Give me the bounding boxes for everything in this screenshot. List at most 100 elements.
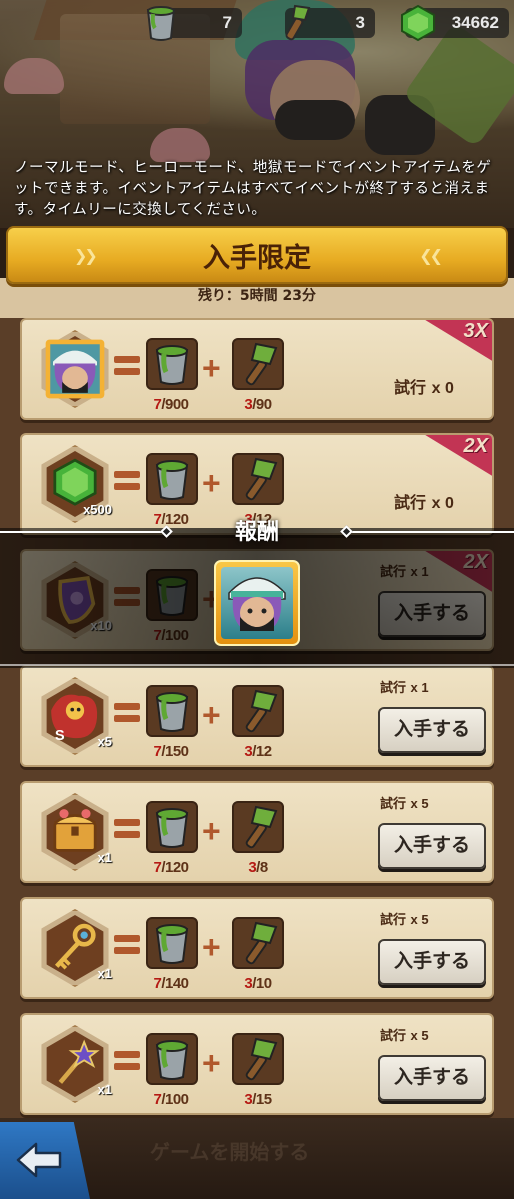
reward-hero-portrait[interactable] [214, 560, 300, 646]
equals-icon [114, 817, 140, 841]
bucket-counter: 7 [146, 6, 242, 41]
exchange-card: x1 +7/100 3/15 試行 x 5 入手する [20, 1013, 494, 1115]
back-arrow-icon [14, 1140, 64, 1184]
bucket-requirement: 7/900 [126, 396, 216, 413]
brush-need: /15 [252, 1091, 272, 1108]
paint-bucket-icon [144, 4, 178, 47]
obtain-button[interactable]: 入手する [378, 707, 486, 753]
paint-bucket-icon [146, 453, 198, 505]
paint-bucket-icon [146, 685, 198, 737]
equals-icon [114, 933, 140, 957]
multiplier-text: 3X [463, 320, 488, 342]
reward-slot[interactable]: x1 [36, 793, 114, 871]
green-gem-icon [399, 4, 437, 47]
brush-need: /12 [252, 743, 272, 760]
gem-counter: 34662 [401, 4, 509, 42]
brush-counter: 3 [285, 4, 375, 41]
bucket-need: /900 [161, 396, 189, 413]
tries-remaining: 試行 x 5 [380, 793, 429, 812]
multiplier-text: 2X [463, 435, 488, 457]
bottom-faded-label: ゲームを開始する [150, 1140, 310, 1164]
brush-need: /90 [252, 396, 272, 413]
exchange-card: x1 +7/120 3/8 試行 x 5 入手する [20, 781, 494, 883]
brush-need: /10 [252, 975, 272, 992]
exchange-card: Sx5 +7/150 3/12 試行 x 1 入手する [20, 665, 494, 767]
hero-portrait-icon [42, 336, 108, 406]
brush-count: 3 [355, 13, 365, 32]
brush-have: 3 [248, 859, 257, 876]
bucket-count: 7 [222, 13, 232, 32]
tries-value: x 5 [410, 796, 429, 811]
paintbrush-icon [232, 685, 284, 737]
obtain-button[interactable]: 入手する [378, 939, 486, 985]
gem-count: 34662 [451, 13, 499, 32]
reward-slot[interactable] [36, 330, 114, 408]
event-description: ノーマルモード、ヒーローモード、地獄モードでイベントアイテムをゲットできます。イ… [14, 160, 492, 218]
tries-label: 試行 [394, 493, 427, 512]
bucket-requirement: 7/140 [126, 975, 216, 992]
equals-icon [114, 354, 140, 378]
popup-divider-right [346, 531, 514, 533]
paintbrush-icon [232, 338, 284, 390]
tries-value: x 1 [410, 680, 429, 695]
paint-bucket-icon [146, 338, 198, 390]
paint-bucket-icon [146, 1033, 198, 1085]
bucket-need: /100 [161, 1091, 189, 1108]
plus-icon: + [202, 813, 221, 849]
exchange-card: x1 +7/140 3/10 試行 x 5 入手する [20, 897, 494, 999]
tries-label: 試行 [380, 1029, 407, 1044]
section-title-ribbon: ❯❯ 入手限定 ❮❮ [6, 226, 508, 284]
reward-slot[interactable]: x1 [36, 909, 114, 987]
bucket-need: /120 [161, 859, 189, 876]
reward-quantity: x1 [97, 850, 112, 865]
reward-slot[interactable]: Sx5 [36, 677, 114, 755]
paintbrush-icon [232, 1033, 284, 1085]
brush-need: /8 [256, 859, 268, 876]
obtain-button[interactable]: 入手する [378, 1055, 486, 1101]
reward-quantity: x5 [97, 734, 112, 749]
reward-quantity: x1 [97, 1082, 112, 1097]
brush-requirement: 3/90 [214, 396, 302, 413]
chevrons-right-icon: ❮❮ [419, 246, 443, 265]
tries-value: x 5 [410, 912, 429, 927]
brush-requirement: 3/12 [214, 743, 302, 760]
plus-icon: + [202, 465, 221, 501]
tries-remaining: 試行 x 5 [380, 1025, 429, 1044]
bucket-requirement: 7/150 [126, 743, 216, 760]
tries-label: 試行 [380, 681, 407, 696]
tries-remaining: 試行 x 0 [394, 489, 454, 513]
brush-requirement: 3/10 [214, 975, 302, 992]
obtain-button[interactable]: 入手する [378, 823, 486, 869]
bucket-requirement: 7/120 [126, 511, 216, 528]
remaining-time: 残り：5時間 23分 [197, 288, 317, 304]
svg-text:S: S [55, 728, 65, 744]
bucket-need: /140 [161, 975, 189, 992]
equals-icon [114, 701, 140, 725]
tries-label: 試行 [380, 797, 407, 812]
reward-slot[interactable]: x1 [36, 1025, 114, 1103]
equals-icon [114, 1049, 140, 1073]
reward-popup-title: 報酬 [234, 520, 279, 545]
paint-bucket-icon [146, 801, 198, 853]
plus-icon: + [202, 697, 221, 733]
tries-remaining: 試行 x 5 [380, 909, 429, 928]
exchange-card: +7/900 3/90 試行 x 0 3X [20, 318, 494, 420]
tries-value: x 0 [431, 380, 454, 397]
reward-quantity: x1 [97, 966, 112, 981]
paint-bucket-icon [146, 917, 198, 969]
paintbrush-icon [232, 917, 284, 969]
brush-requirement: 3/15 [214, 1091, 302, 1108]
paintbrush-icon [232, 801, 284, 853]
popup-divider-left [0, 531, 166, 533]
tries-remaining: 試行 x 1 [380, 677, 429, 696]
hero-portrait-icon [221, 567, 293, 639]
popup-divider-bottom [0, 664, 514, 666]
reward-slot[interactable]: x500 [36, 445, 114, 523]
plus-icon: + [202, 350, 221, 386]
tries-value: x 5 [410, 1028, 429, 1043]
paintbrush-icon [279, 4, 313, 47]
tries-remaining: 試行 x 0 [394, 374, 454, 398]
equals-icon [114, 469, 140, 493]
bucket-need: /150 [161, 743, 189, 760]
reward-quantity: x500 [83, 502, 112, 517]
